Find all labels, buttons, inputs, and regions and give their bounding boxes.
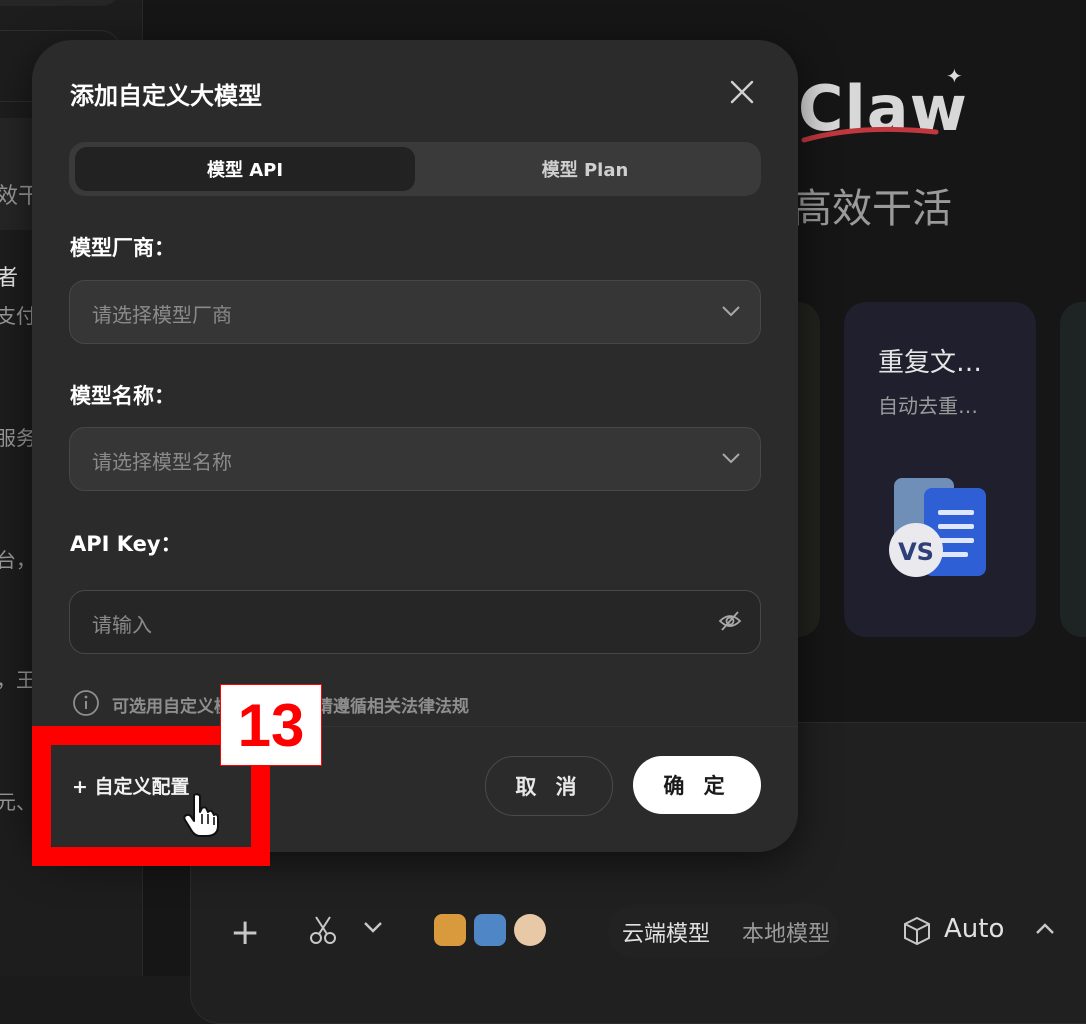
step-number-badge: 13 <box>220 684 322 766</box>
vendor-label: 模型厂商： <box>70 236 175 260</box>
eye-off-icon[interactable] <box>718 610 742 632</box>
tab-model-api[interactable]: 模型 API <box>75 147 415 191</box>
mode-segmented-control: 模型 API 模型 Plan <box>69 142 761 196</box>
brand-swoosh-icon <box>801 126 939 143</box>
add-icon[interactable]: + <box>230 912 260 953</box>
sparkle-icon: ✦ <box>946 64 963 88</box>
api-key-input[interactable]: 请输入 <box>69 590 761 654</box>
scissors-icon[interactable] <box>308 914 338 946</box>
model-name-select[interactable]: 请选择模型名称 <box>69 427 761 491</box>
card-subtitle: 自动去重… <box>878 394 978 418</box>
sidebar-text: 台， <box>0 548 36 572</box>
feature-card[interactable] <box>1060 302 1086 637</box>
tab-model-plan[interactable]: 模型 Plan <box>415 147 755 191</box>
cancel-button[interactable]: 取 消 <box>485 756 613 816</box>
sidebar-text: 服务 <box>0 426 36 450</box>
avatar[interactable] <box>514 914 546 946</box>
feature-card-dedupe[interactable]: 重复文… 自动去重… VS <box>844 302 1036 637</box>
model-name-label: 模型名称： <box>70 384 175 408</box>
chevron-up-icon[interactable] <box>1034 922 1056 936</box>
cloud-model-tab[interactable]: 云端模型 <box>622 916 710 948</box>
vs-badge-text: VS <box>898 538 934 566</box>
api-key-placeholder: 请输入 <box>92 613 152 637</box>
app-icon[interactable] <box>434 914 466 946</box>
vendor-select[interactable]: 请选择模型厂商 <box>69 280 761 344</box>
vendor-placeholder: 请选择模型厂商 <box>92 303 232 327</box>
chevron-down-icon[interactable] <box>362 920 384 934</box>
dialog-title: 添加自定义大模型 <box>70 82 262 110</box>
card-title: 重复文… <box>878 348 983 378</box>
cube-icon <box>904 916 930 946</box>
sidebar-pill[interactable] <box>0 0 120 6</box>
chevron-down-icon <box>722 306 740 317</box>
app-icon[interactable] <box>474 914 506 946</box>
info-icon <box>73 690 99 716</box>
auto-mode-label[interactable]: Auto <box>944 914 1004 944</box>
hero-subtitle: 高效干活 <box>792 186 952 232</box>
chevron-down-icon <box>722 453 740 464</box>
sidebar-text: 支付 <box>0 304 36 328</box>
sidebar-text: 者 <box>0 266 19 291</box>
model-name-placeholder: 请选择模型名称 <box>92 450 232 474</box>
api-key-label: API Key： <box>70 532 182 556</box>
local-model-tab[interactable]: 本地模型 <box>742 916 830 948</box>
sidebar-text: ，王 <box>0 668 36 692</box>
document-compare-icon: VS <box>889 478 986 577</box>
close-icon[interactable] <box>726 76 758 108</box>
confirm-button[interactable]: 确 定 <box>633 756 761 814</box>
hand-cursor-icon <box>183 793 219 837</box>
sidebar-text: 元、 <box>0 790 36 814</box>
